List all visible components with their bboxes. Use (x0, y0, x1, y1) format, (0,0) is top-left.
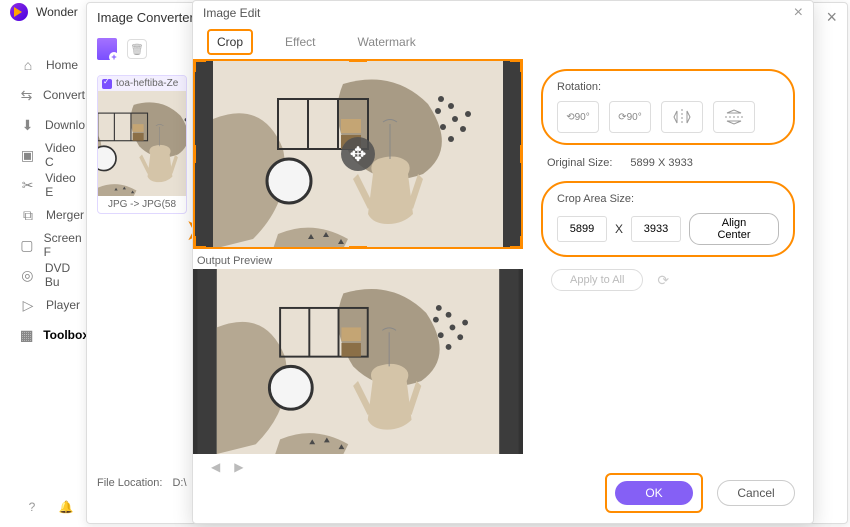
video-compress-icon: ▣ (20, 147, 35, 163)
tab-effect[interactable]: Effect (275, 29, 325, 55)
preview-nav: ◀ ▶ (193, 454, 523, 480)
flip-h-icon (673, 109, 691, 125)
sidebar-item-label: DVD Bu (45, 261, 85, 289)
edit-header: Image Edit × (193, 1, 813, 25)
file-location-label: File Location: (97, 477, 162, 489)
toolbox-icon: ▦ (20, 327, 33, 343)
rotate-right-button[interactable]: ⟳90° (609, 101, 651, 133)
checkbox-icon[interactable] (102, 79, 112, 89)
screen-icon: ▢ (20, 237, 34, 253)
edit-tabs: Crop Effect Watermark (193, 25, 813, 55)
original-size-value: 5899 X 3933 (630, 157, 692, 169)
download-icon: ⬇ (20, 117, 35, 133)
sidebar-item-label: Downlo (45, 118, 85, 132)
add-file-icon[interactable] (97, 38, 117, 60)
image-edit-modal: Image Edit × Crop Effect Watermark ✥ (192, 0, 814, 524)
close-icon[interactable]: × (794, 4, 803, 22)
controls-column: Rotation: ⟲90° ⟳90° Original Size: 5899 … (523, 59, 813, 480)
output-preview-label: Output Preview (193, 253, 523, 269)
align-center-button[interactable]: Align Center (689, 213, 779, 245)
output-preview (193, 269, 523, 454)
crop-height-input[interactable] (631, 216, 681, 242)
flip-horizontal-button[interactable] (661, 101, 703, 133)
file-location-row: File Location: D:\ (97, 477, 187, 489)
sidebar-item-label: Player (46, 298, 80, 312)
sidebar-item-screen-rec[interactable]: ▢ Screen F (0, 230, 85, 260)
crop-handle-bottom[interactable] (349, 246, 367, 249)
sidebar-item-label: Toolbox (43, 328, 89, 342)
sidebar-item-toolbox[interactable]: ▦Toolbox (0, 320, 85, 350)
original-size-label: Original Size: (547, 157, 612, 169)
next-icon[interactable]: ▶ (234, 460, 243, 474)
crop-handle-right[interactable] (520, 145, 523, 163)
crop-preview[interactable]: ✥ (193, 59, 523, 249)
converter-title: Image Converter (97, 10, 194, 25)
play-icon: ▷ (20, 297, 36, 313)
refresh-icon[interactable]: ⟳ (657, 272, 669, 289)
crop-separator: X (615, 222, 623, 236)
preview-column: ✥ Output Preview ◀ ▶ (193, 59, 523, 480)
disc-icon: ◎ (20, 267, 35, 283)
sidebar-item-label: Home (46, 58, 78, 72)
bell-icon[interactable]: 🔔 (58, 499, 74, 515)
file-location-value: D:\ (172, 477, 186, 489)
app-title: Wonder (36, 5, 78, 19)
sidebar-item-label: Video E (45, 171, 85, 199)
move-cursor-icon[interactable]: ✥ (341, 137, 375, 171)
thumbnail-card[interactable]: toa-heftiba-Ze JPG -> JPG(58 (97, 75, 187, 214)
edit-footer: OK Cancel (605, 473, 795, 513)
scissors-icon: ✂ (20, 177, 35, 193)
edit-title: Image Edit (203, 6, 260, 20)
sidebar-item-home[interactable]: ⌂ Home (0, 50, 85, 80)
ok-button[interactable]: OK (615, 481, 693, 505)
delete-icon[interactable]: 🗑 (127, 39, 147, 59)
prev-icon[interactable]: ◀ (211, 460, 220, 474)
crop-width-input[interactable] (557, 216, 607, 242)
close-icon[interactable]: × (826, 7, 837, 28)
crop-handle-left[interactable] (193, 145, 196, 163)
crop-area-label: Crop Area Size: (557, 193, 779, 205)
thumbnail-filename-row: toa-heftiba-Ze (98, 76, 186, 91)
flip-v-icon (725, 109, 743, 125)
thumbnail-format: JPG -> JPG(58 (98, 196, 186, 213)
convert-icon: ⇆ (20, 87, 33, 103)
crop-area-panel: Crop Area Size: X Align Center (541, 181, 795, 257)
apply-row: Apply to All ⟳ (541, 269, 795, 291)
ok-annotation: OK (605, 473, 703, 513)
apply-to-all-button[interactable]: Apply to All (551, 269, 643, 291)
sidebar-item-label: Merger (46, 208, 84, 222)
sidebar-item-convert[interactable]: ⇆ Convert (0, 80, 85, 110)
sidebar: ⌂ Home ⇆ Convert ⬇ Downlo ▣ Video C ✂ Video E… (0, 40, 85, 510)
help-icon[interactable]: ? (24, 499, 40, 515)
sidebar-item-download[interactable]: ⬇ Downlo (0, 110, 85, 140)
app-logo-icon (10, 3, 28, 21)
crop-handle-top[interactable] (349, 59, 367, 62)
rotation-label: Rotation: (557, 81, 779, 93)
flip-vertical-button[interactable] (713, 101, 755, 133)
cancel-button[interactable]: Cancel (717, 480, 795, 506)
sidebar-item-video-e[interactable]: ✂ Video E (0, 170, 85, 200)
thumbnail-filename: toa-heftiba-Ze (116, 78, 178, 89)
original-size-row: Original Size: 5899 X 3933 (541, 157, 795, 169)
tab-watermark[interactable]: Watermark (347, 29, 425, 55)
rotate-left-button[interactable]: ⟲90° (557, 101, 599, 133)
sidebar-item-dvd-burn[interactable]: ◎ DVD Bu (0, 260, 85, 290)
sidebar-item-label: Video C (45, 141, 85, 169)
thumbnail-image (98, 91, 186, 196)
sidebar-item-player[interactable]: ▷ Player (0, 290, 85, 320)
sidebar-item-video-c[interactable]: ▣ Video C (0, 140, 85, 170)
sidebar-item-label: Convert (43, 88, 85, 102)
home-icon: ⌂ (20, 57, 36, 73)
tab-crop[interactable]: Crop (207, 29, 253, 55)
sidebar-item-merger[interactable]: ⧉ Merger (0, 200, 85, 230)
sidebar-item-label: Screen F (44, 231, 85, 259)
merge-icon: ⧉ (20, 207, 36, 223)
rotation-panel: Rotation: ⟲90° ⟳90° (541, 69, 795, 145)
